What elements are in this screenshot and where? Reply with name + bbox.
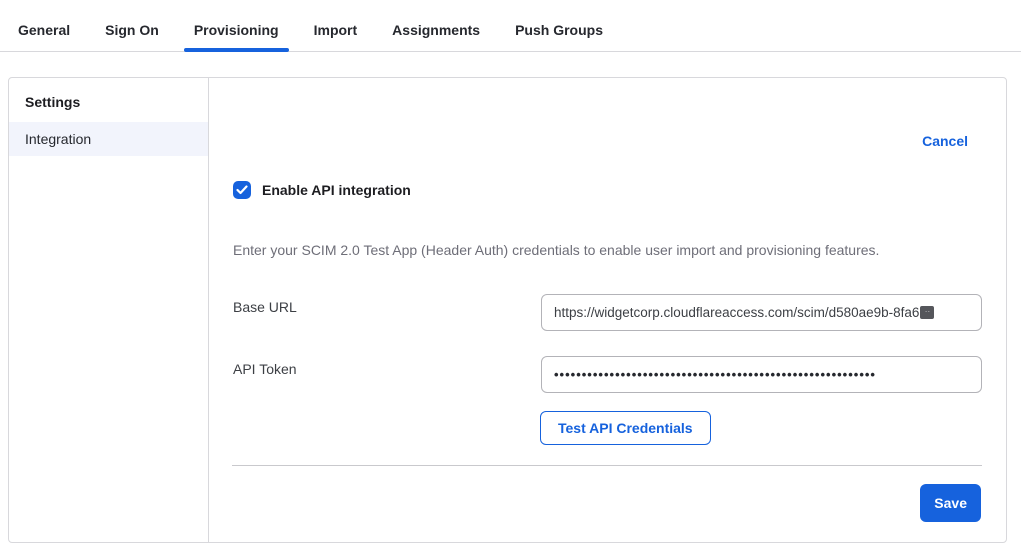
settings-sidebar: Settings Integration (9, 78, 209, 542)
tab-push-groups[interactable]: Push Groups (505, 22, 613, 51)
api-token-input[interactable]: ••••••••••••••••••••••••••••••••••••••••… (541, 356, 982, 393)
checkmark-icon (236, 185, 248, 195)
redacted-url-block: ·· (920, 306, 934, 319)
cancel-link[interactable]: Cancel (922, 133, 968, 149)
test-api-credentials-button[interactable]: Test API Credentials (540, 411, 711, 445)
tab-provisioning[interactable]: Provisioning (184, 22, 289, 51)
tab-general[interactable]: General (8, 22, 80, 51)
enable-api-row: Enable API integration (233, 181, 411, 199)
footer-divider (232, 465, 982, 466)
sidebar-header-settings: Settings (9, 86, 208, 122)
sidebar-item-integration[interactable]: Integration (9, 122, 208, 156)
app-tab-bar: General Sign On Provisioning Import Assi… (0, 0, 1021, 52)
enable-api-label: Enable API integration (262, 182, 411, 198)
tab-assignments[interactable]: Assignments (382, 22, 490, 51)
base-url-input[interactable]: https://widgetcorp.cloudflareaccess.com/… (541, 294, 982, 331)
base-url-label: Base URL (233, 299, 297, 315)
api-token-label: API Token (233, 361, 297, 377)
integration-settings-form: Cancel Enable API integration Enter your… (209, 78, 1006, 542)
tab-sign-on[interactable]: Sign On (95, 22, 169, 51)
credentials-description: Enter your SCIM 2.0 Test App (Header Aut… (233, 242, 982, 258)
tab-import[interactable]: Import (304, 22, 368, 51)
enable-api-checkbox[interactable] (233, 181, 251, 199)
save-button[interactable]: Save (920, 484, 981, 522)
api-token-masked-value: ••••••••••••••••••••••••••••••••••••••••… (554, 367, 876, 382)
provisioning-panel: Settings Integration Cancel Enable API i… (8, 77, 1007, 543)
base-url-value: https://widgetcorp.cloudflareaccess.com/… (554, 305, 919, 320)
